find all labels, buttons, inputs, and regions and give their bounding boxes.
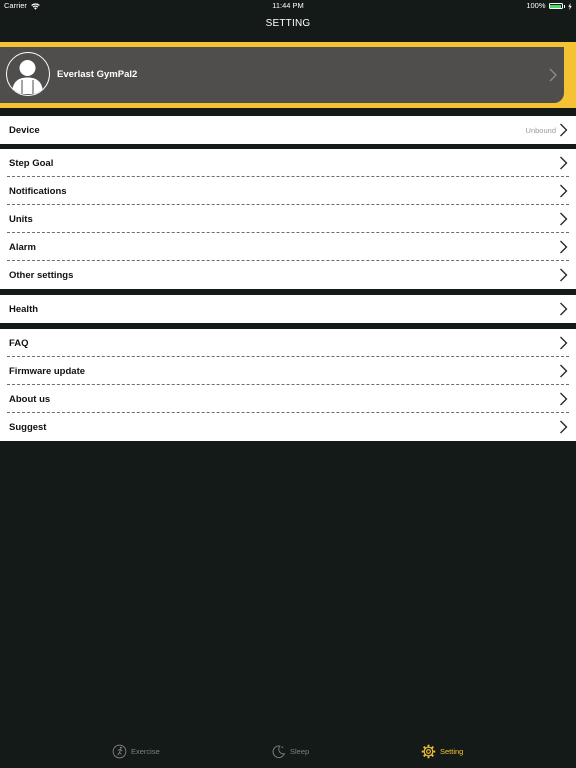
row-label: About us [9, 393, 51, 405]
chevron-right-icon [560, 156, 568, 170]
runner-icon [112, 744, 127, 759]
row-label: Alarm [9, 241, 36, 253]
row-label: Other settings [9, 269, 74, 281]
row-label: Notifications [9, 185, 67, 197]
row-label: Step Goal [9, 157, 54, 169]
device-status-value: Unbound [525, 125, 556, 135]
device-group: Device Unbound [0, 116, 576, 144]
row-label: Device [9, 124, 40, 136]
profile-name: Everlast GymPal2 [57, 69, 138, 80]
settings-screen: Carrier 11:44 PM 100% SETTING Everlast G… [0, 0, 576, 768]
settings-row-step-goal[interactable]: Step Goal [0, 149, 576, 177]
moon-icon [272, 745, 286, 759]
charging-icon [568, 2, 572, 10]
settings-row-about-us[interactable]: About us [0, 385, 576, 413]
tab-label: Sleep [290, 747, 310, 756]
battery-icon [548, 3, 563, 9]
settings-row-suggest[interactable]: Suggest [0, 413, 576, 441]
chevron-right-icon [560, 123, 568, 137]
tab-bar: Exercise Sleep Setting [0, 738, 576, 768]
tab-exercise[interactable]: Exercise [112, 744, 160, 759]
settings-row-device[interactable]: Device Unbound [0, 116, 576, 144]
chevron-right-icon [560, 420, 568, 434]
chevron-right-icon [560, 268, 568, 282]
settings-row-faq[interactable]: FAQ [0, 329, 576, 357]
battery-cap [563, 4, 565, 8]
status-bar: Carrier 11:44 PM 100% [0, 0, 576, 12]
tab-sleep[interactable]: Sleep [271, 744, 309, 759]
user-avatar-icon [12, 60, 43, 94]
gear-icon [421, 744, 436, 759]
battery-percent: 100% [526, 1, 546, 10]
row-label: Units [9, 213, 33, 225]
chevron-right-icon [560, 212, 568, 226]
profile-card[interactable]: Everlast GymPal2 [0, 47, 564, 103]
avatar [6, 52, 50, 96]
row-label: Health [9, 303, 39, 315]
tab-label: Exercise [131, 747, 160, 756]
settings-row-firmware-update[interactable]: Firmware update [0, 357, 576, 385]
chevron-right-icon [560, 336, 568, 350]
tab-label: Setting [440, 747, 464, 756]
row-label: FAQ [9, 337, 29, 349]
settings-row-health[interactable]: Health [0, 295, 576, 323]
row-label: Suggest [9, 421, 47, 433]
chevron-right-icon [560, 302, 568, 316]
chevron-right-icon [560, 184, 568, 198]
chevron-right-icon [549, 68, 557, 82]
chevron-right-icon [560, 240, 568, 254]
health-group: Health [0, 295, 576, 323]
chevron-right-icon [560, 364, 568, 378]
page-title: SETTING [265, 18, 311, 29]
tab-setting[interactable]: Setting [421, 744, 463, 759]
settings-row-units[interactable]: Units [0, 205, 576, 233]
settings-row-alarm[interactable]: Alarm [0, 233, 576, 261]
battery-fill [550, 4, 561, 8]
chevron-right-icon [560, 392, 568, 406]
support-group: FAQ Firmware update About us Suggest [0, 329, 576, 441]
settings-row-other-settings[interactable]: Other settings [0, 261, 576, 289]
status-right: 100% [526, 0, 572, 12]
settings-row-notifications[interactable]: Notifications [0, 177, 576, 205]
preferences-group: Step Goal Notifications Units Alarm Othe… [0, 149, 576, 289]
status-time: 11:44 PM [272, 1, 304, 10]
row-label: Firmware update [9, 365, 86, 377]
